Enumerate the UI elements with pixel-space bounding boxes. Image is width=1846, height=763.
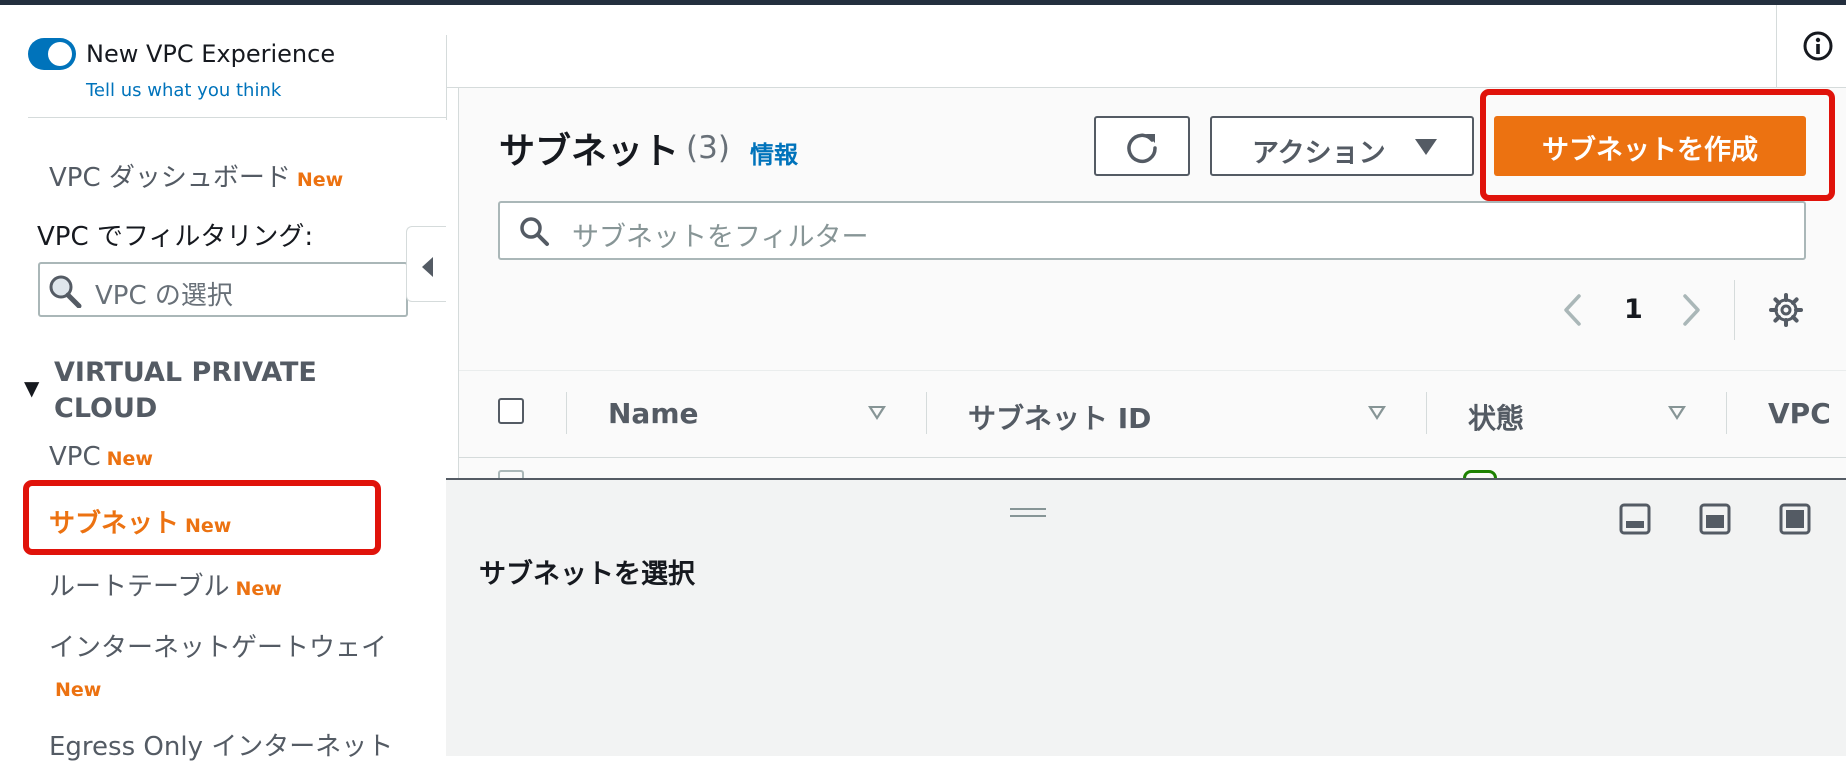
new-badge: New bbox=[106, 448, 153, 470]
panel-bottom-icon[interactable] bbox=[1619, 503, 1651, 535]
caret-down-icon bbox=[1415, 139, 1437, 155]
caret-down-icon[interactable]: ▼ bbox=[24, 376, 39, 400]
column-header-subnet-id[interactable]: サブネット ID bbox=[968, 397, 1151, 437]
panel-full-icon[interactable] bbox=[1779, 503, 1811, 535]
info-divider bbox=[1776, 5, 1777, 87]
new-experience-toggle[interactable] bbox=[28, 38, 76, 70]
status-available-icon bbox=[1463, 470, 1497, 478]
actions-dropdown-button[interactable]: アクション bbox=[1210, 116, 1474, 176]
sidebar-item-vpc[interactable]: VPC New bbox=[49, 442, 153, 472]
subnet-nav-highlight bbox=[23, 480, 381, 555]
column-header-vpc[interactable]: VPC bbox=[1768, 397, 1831, 430]
gear-icon[interactable] bbox=[1768, 292, 1804, 328]
column-separator[interactable] bbox=[566, 392, 567, 434]
column-header-state[interactable]: 状態 bbox=[1468, 397, 1524, 437]
sidebar-item-label: VPC ダッシュボード bbox=[49, 163, 291, 193]
sort-icon[interactable] bbox=[1668, 406, 1686, 420]
main-header-strip bbox=[447, 5, 1846, 88]
chevron-right-icon[interactable] bbox=[1680, 290, 1704, 330]
experience-title: New VPC Experience bbox=[86, 40, 336, 68]
sidebar-item-egress-only-igw[interactable]: Egress Only インターネット bbox=[49, 726, 393, 763]
subnet-filter-input[interactable]: サブネットをフィルター bbox=[498, 201, 1806, 260]
chevron-left-icon[interactable] bbox=[1560, 290, 1584, 330]
column-separator[interactable] bbox=[926, 392, 927, 434]
column-header-name[interactable]: Name bbox=[608, 397, 699, 430]
sort-icon[interactable] bbox=[1368, 406, 1386, 420]
vpc-filter-label: VPC でフィルタリング: bbox=[37, 222, 314, 252]
new-badge: New bbox=[235, 578, 282, 600]
toggle-knob bbox=[48, 42, 72, 66]
info-link[interactable]: 情報 bbox=[750, 135, 798, 170]
search-icon bbox=[520, 217, 549, 246]
drag-handle-icon[interactable] bbox=[1010, 508, 1046, 518]
sidebar-item-label: Egress Only インターネット bbox=[49, 732, 394, 762]
new-badge: New bbox=[296, 169, 344, 191]
panel-side-icon[interactable] bbox=[1699, 503, 1731, 535]
page-title: サブネット bbox=[499, 131, 680, 172]
page-number[interactable]: 1 bbox=[1624, 294, 1643, 325]
collapse-sidebar-button[interactable] bbox=[406, 226, 446, 302]
subnet-filter-placeholder: サブネットをフィルター bbox=[572, 222, 869, 253]
sidebar-item-label: ルートテーブル bbox=[49, 572, 230, 602]
section-title-vpc[interactable]: VIRTUAL PRIVATE CLOUD bbox=[54, 355, 354, 427]
column-separator[interactable] bbox=[1426, 392, 1427, 434]
sort-icon[interactable] bbox=[868, 406, 886, 420]
refresh-button[interactable] bbox=[1094, 116, 1190, 176]
create-button-highlight bbox=[1480, 89, 1835, 201]
pagination-divider bbox=[1734, 280, 1735, 340]
refresh-icon bbox=[1127, 133, 1157, 164]
chevron-left-icon bbox=[422, 257, 433, 277]
vpc-select-placeholder: VPC の選択 bbox=[95, 281, 233, 311]
info-icon[interactable] bbox=[1802, 30, 1834, 62]
sidebar-item-label: VPC bbox=[49, 442, 101, 472]
vpc-select-input[interactable]: VPC の選択 bbox=[38, 262, 408, 317]
subnet-count: (3) bbox=[686, 130, 730, 166]
sidebar-separator bbox=[28, 117, 446, 118]
row-checkbox[interactable] bbox=[498, 470, 524, 478]
sidebar-item-dashboard[interactable]: VPC ダッシュボード New bbox=[49, 157, 343, 194]
search-icon bbox=[49, 275, 82, 308]
actions-label: アクション bbox=[1252, 138, 1386, 169]
sidebar-item-internet-gateways[interactable]: インターネットゲートウェイ New bbox=[49, 628, 399, 710]
column-separator[interactable] bbox=[1726, 392, 1727, 434]
select-all-checkbox[interactable] bbox=[498, 398, 524, 424]
new-badge: New bbox=[55, 679, 102, 701]
feedback-link[interactable]: Tell us what you think bbox=[86, 80, 281, 101]
split-panel-title: サブネットを選択 bbox=[479, 559, 695, 590]
sidebar-item-route-tables[interactable]: ルートテーブル New bbox=[49, 566, 282, 603]
sidebar-item-label: インターネットゲートウェイ bbox=[49, 633, 388, 663]
